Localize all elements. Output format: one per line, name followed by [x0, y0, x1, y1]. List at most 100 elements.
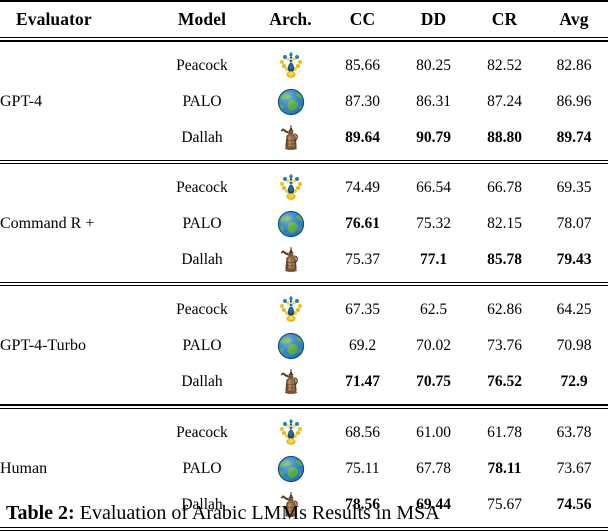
- column-header-model: Model: [177, 9, 227, 30]
- model-name: PALO: [182, 92, 222, 110]
- score-cr: 87.24: [487, 92, 522, 110]
- score-avg: 69.35: [556, 178, 592, 196]
- evaluator-block: GPT-4 Peacock 85.66 80.25 82.52 82.86 PA…: [0, 48, 608, 156]
- dallah-icon: [276, 123, 306, 153]
- score-dd: 70.75: [416, 373, 451, 391]
- score-cr: 82.52: [487, 56, 522, 74]
- score-dd: 61.00: [416, 423, 451, 441]
- column-header-dd: DD: [420, 9, 447, 30]
- score-dd: 75.32: [416, 214, 451, 232]
- score-avg: 73.67: [556, 459, 592, 477]
- peacock-icon: [276, 418, 306, 448]
- score-dd: 77.1: [419, 250, 448, 268]
- globe-icon: [276, 87, 306, 117]
- model-name: PALO: [182, 337, 222, 355]
- score-avg: 86.96: [556, 92, 592, 110]
- evaluator-name: Command R +: [0, 214, 95, 232]
- model-name: Dallah: [181, 128, 223, 146]
- score-cc: 67.35: [345, 301, 380, 319]
- score-dd: 66.54: [416, 178, 451, 196]
- score-cc: 69.2: [348, 337, 377, 355]
- figure-caption: Table 2: Evaluation of Arabic LMMs Resul…: [0, 500, 608, 526]
- caption-text: Evaluation of Arabic LMMs Results in MSA: [74, 502, 440, 524]
- table-header: Evaluator Model Arch. CC DD CR Avg: [0, 2, 608, 37]
- score-avg: 70.98: [556, 337, 592, 355]
- score-cr: 85.78: [487, 250, 522, 268]
- score-cc: 89.64: [345, 128, 380, 146]
- table-row: GPT-4 Peacock 85.66 80.25 82.52 82.86: [0, 48, 608, 110]
- architecture-cell: [254, 170, 327, 206]
- evaluator-block: GPT-4-Turbo Peacock 67.35 62.5 62.86 64.…: [0, 292, 608, 400]
- globe-icon: [276, 331, 306, 361]
- architecture-cell: [254, 242, 327, 278]
- score-cr: 82.15: [487, 214, 522, 232]
- score-cr: 73.76: [487, 337, 522, 355]
- score-dd: 67.78: [416, 459, 451, 477]
- score-cc: 75.11: [345, 459, 380, 477]
- column-header-cc: CC: [349, 9, 376, 30]
- evaluator-name: GPT-4: [0, 92, 43, 110]
- score-cr: 78.11: [487, 459, 522, 477]
- score-cc: 76.61: [345, 214, 380, 232]
- architecture-cell: [254, 364, 327, 400]
- score-dd: 90.79: [416, 128, 451, 146]
- architecture-cell: [254, 120, 327, 156]
- model-name: Peacock: [176, 56, 228, 74]
- score-dd: 86.31: [416, 92, 451, 110]
- score-cc: 68.56: [345, 423, 380, 441]
- peacock-icon: [276, 173, 306, 203]
- score-dd: 62.5: [419, 301, 448, 319]
- score-cc: 85.66: [345, 56, 380, 74]
- table-body: GPT-4 Peacock 85.66 80.25 82.52 82.86 PA…: [0, 42, 608, 531]
- globe-icon: [276, 454, 306, 484]
- table-row: Human Peacock 68.56 61.00 61.78 63.78: [0, 415, 608, 477]
- evaluator-name: GPT-4-Turbo: [0, 337, 86, 355]
- score-cr: 66.78: [487, 178, 522, 196]
- column-header-evaluator: Evaluator: [16, 9, 92, 30]
- score-dd: 80.25: [416, 56, 451, 74]
- score-avg: 64.25: [556, 301, 592, 319]
- architecture-cell: [254, 415, 327, 451]
- score-avg: 79.43: [556, 250, 592, 268]
- model-name: Dallah: [181, 250, 223, 268]
- peacock-icon: [276, 51, 306, 81]
- score-cc: 74.49: [345, 178, 380, 196]
- score-cr: 61.78: [487, 423, 522, 441]
- score-dd: 70.02: [416, 337, 451, 355]
- architecture-cell: [254, 84, 327, 120]
- architecture-cell: [254, 48, 327, 84]
- score-avg: 78.07: [556, 214, 592, 232]
- model-name: Peacock: [176, 423, 228, 441]
- model-name: PALO: [182, 214, 222, 232]
- score-cc: 75.37: [345, 250, 380, 268]
- dallah-icon: [276, 367, 306, 397]
- evaluator-block: Command R + Peacock 74.49 66.54 66.78 69…: [0, 170, 608, 278]
- score-avg: 89.74: [556, 128, 592, 146]
- peacock-icon: [276, 295, 306, 325]
- score-cr: 76.52: [487, 373, 522, 391]
- architecture-cell: [254, 292, 327, 328]
- column-header-avg: Avg: [559, 9, 589, 30]
- model-name: Peacock: [176, 301, 228, 319]
- model-name: Dallah: [181, 373, 223, 391]
- score-avg: 72.9: [560, 373, 588, 391]
- score-avg: 82.86: [556, 56, 592, 74]
- score-avg: 63.78: [556, 423, 592, 441]
- header-row: Evaluator Model Arch. CC DD CR Avg: [0, 2, 608, 37]
- score-cr: 62.86: [487, 301, 522, 319]
- architecture-cell: [254, 206, 327, 242]
- model-name: PALO: [182, 459, 222, 477]
- model-name: Peacock: [176, 178, 228, 196]
- column-header-cr: CR: [491, 9, 518, 30]
- caption-label: Table 2:: [6, 502, 75, 524]
- table-bottom-rule: [0, 526, 608, 531]
- table-figure: Evaluator Model Arch. CC DD CR Avg GPT-4…: [0, 0, 608, 531]
- table-row: GPT-4-Turbo Peacock 67.35 62.5 62.86 64.…: [0, 292, 608, 354]
- score-cr: 88.80: [487, 128, 522, 146]
- globe-icon: [276, 209, 306, 239]
- architecture-cell: [254, 328, 327, 364]
- table-row: Command R + Peacock 74.49 66.54 66.78 69…: [0, 170, 608, 232]
- column-header-arch: Arch.: [269, 9, 312, 30]
- score-cc: 71.47: [345, 373, 380, 391]
- score-cc: 87.30: [345, 92, 380, 110]
